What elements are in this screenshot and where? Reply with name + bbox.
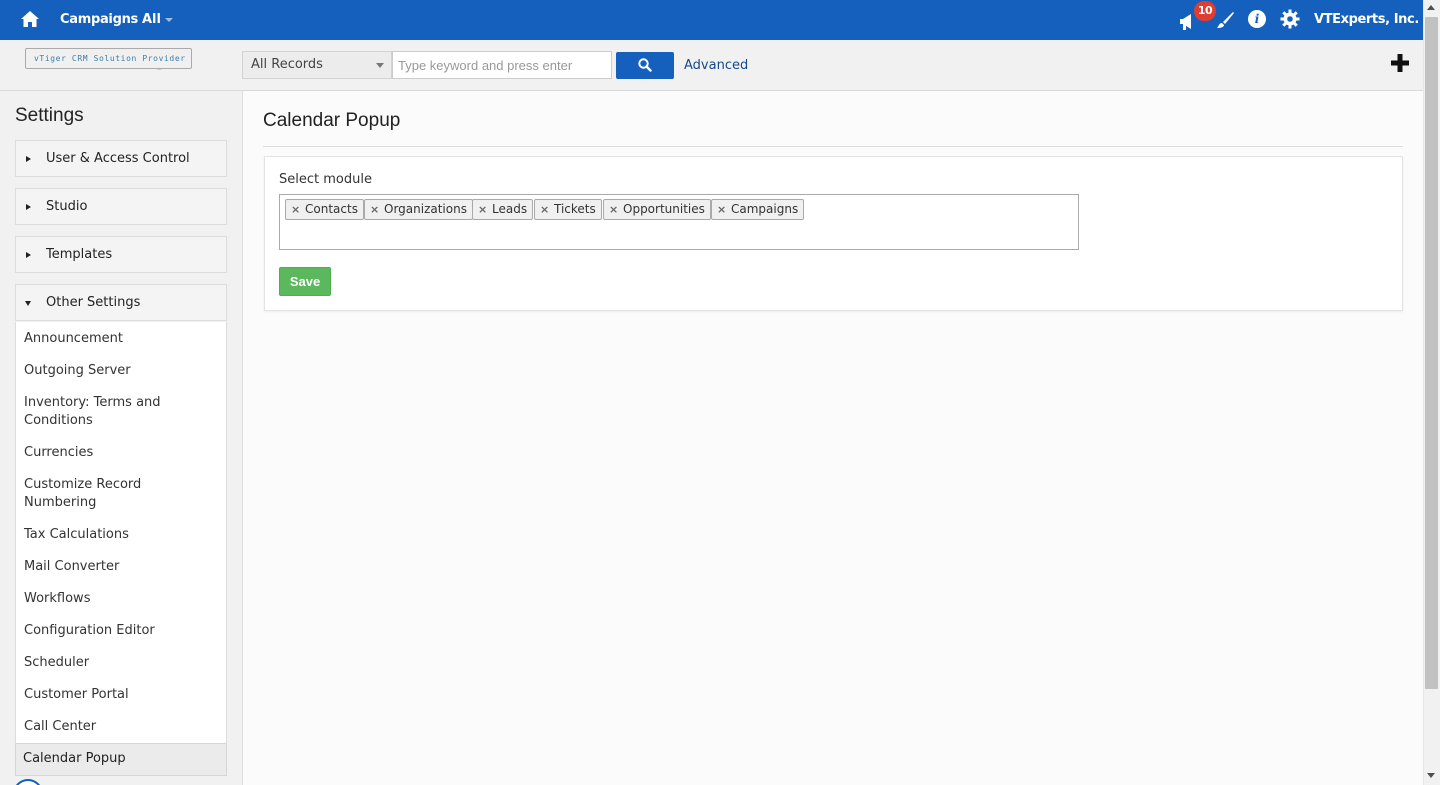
sidebar-item-outgoing-server[interactable]: Outgoing Server — [24, 362, 214, 380]
caret-right-icon — [26, 156, 31, 162]
search-button[interactable] — [616, 52, 674, 79]
advanced-search-link[interactable]: Advanced — [684, 58, 748, 73]
module-tag-organizations: × Organizations — [364, 199, 473, 220]
user-menu[interactable]: VTExperts, Inc. — [1314, 12, 1431, 27]
remove-tag-icon[interactable]: × — [478, 200, 487, 219]
module-tag-opportunities: × Opportunities — [603, 199, 711, 220]
gear-icon[interactable] — [1280, 9, 1300, 29]
module-tag-label: Contacts — [305, 202, 358, 216]
remove-tag-icon[interactable]: × — [291, 200, 300, 219]
home-icon[interactable] — [20, 9, 40, 29]
search-bar: VTEXPERTS vTiger CRM Solution Provider A… — [0, 40, 1423, 91]
sidebar-group-label: User & Access Control — [46, 151, 190, 166]
sidebar-group-other-settings[interactable]: Other Settings — [15, 284, 227, 321]
brush-icon[interactable] — [1215, 10, 1235, 30]
sidebar-item-tax-calculations[interactable]: Tax Calculations — [24, 526, 214, 544]
sidebar-group-label: Templates — [46, 247, 113, 262]
module-tag-contacts: × Contacts — [285, 199, 364, 220]
other-settings-submenu: Announcement Outgoing Server Inventory: … — [15, 322, 227, 743]
module-tag-label: Opportunities — [623, 202, 705, 216]
title-divider — [263, 146, 1403, 147]
filter-dropdown[interactable]: All — [142, 12, 173, 27]
caret-right-icon — [26, 204, 31, 210]
module-tag-label: Campaigns — [731, 202, 799, 216]
module-tag-tickets: × Tickets — [534, 199, 602, 220]
scroll-down-arrow-icon[interactable] — [1427, 773, 1435, 778]
sidebar-item-call-center[interactable]: Call Center — [24, 718, 214, 736]
sidebar-group-studio[interactable]: Studio — [15, 188, 227, 225]
sidebar-item-workflows[interactable]: Workflows — [24, 590, 214, 608]
remove-tag-icon[interactable]: × — [540, 200, 549, 219]
select-module-label: Select module — [279, 172, 372, 187]
info-icon[interactable]: i — [1248, 10, 1266, 28]
remove-tag-icon[interactable]: × — [609, 200, 618, 219]
module-tag-label: Tickets — [554, 202, 596, 216]
module-tag-campaigns: × Campaigns — [711, 199, 805, 220]
sidebar-item-currencies[interactable]: Currencies — [24, 444, 214, 462]
caret-right-icon — [26, 252, 31, 258]
plus-icon[interactable] — [1390, 53, 1410, 73]
sidebar-item-customize-record-numbering[interactable]: Customize Record Numbering — [24, 476, 144, 512]
remove-tag-icon[interactable]: × — [717, 200, 726, 219]
company-logo[interactable]: VTEXPERTS vTiger CRM Solution Provider — [25, 46, 192, 86]
chevron-down-icon — [164, 17, 173, 22]
search-icon — [638, 58, 652, 72]
current-module[interactable]: Campaigns — [60, 12, 138, 27]
sidebar-item-customer-portal[interactable]: Customer Portal — [24, 686, 214, 704]
sidebar-item-calendar-popup[interactable]: Calendar Popup — [15, 743, 227, 776]
sidebar-item-scheduler[interactable]: Scheduler — [24, 654, 214, 672]
user-name: VTExperts, Inc. — [1314, 12, 1419, 27]
module-tag-label: Organizations — [384, 202, 467, 216]
sidebar-item-mail-converter[interactable]: Mail Converter — [24, 558, 214, 576]
help-chat-bubble[interactable] — [13, 779, 43, 785]
search-input[interactable] — [392, 51, 612, 79]
chevron-down-icon — [376, 63, 384, 68]
sidebar-item-configuration-editor[interactable]: Configuration Editor — [24, 622, 214, 640]
module-tag-label: Leads — [492, 202, 528, 216]
caret-down-icon — [25, 301, 31, 306]
scrollbar-thumb[interactable] — [1425, 17, 1438, 689]
sidebar-item-announcement[interactable]: Announcement — [24, 330, 214, 348]
search-scope-value: All Records — [251, 57, 323, 72]
save-button[interactable]: Save — [279, 267, 331, 296]
remove-tag-icon[interactable]: × — [370, 200, 379, 219]
sidebar-group-user-access-control[interactable]: User & Access Control — [15, 140, 227, 177]
sidebar-group-templates[interactable]: Templates — [15, 236, 227, 273]
sidebar-group-label: Studio — [46, 199, 88, 214]
sidebar-title: Settings — [15, 105, 84, 126]
module-tag-leads: × Leads — [472, 199, 534, 220]
page-title: Calendar Popup — [263, 110, 401, 131]
top-navbar: Campaigns All 10 i VTExperts, Inc. — [0, 0, 1440, 40]
scroll-up-arrow-icon[interactable] — [1427, 5, 1435, 10]
filter-label: All — [142, 12, 161, 27]
search-scope-select[interactable]: All Records — [242, 51, 392, 79]
sidebar-group-label: Other Settings — [46, 295, 141, 310]
sidebar-item-inventory-terms[interactable]: Inventory: Terms and Conditions — [24, 394, 164, 430]
logo-tagline: vTiger CRM Solution Provider — [25, 48, 192, 69]
settings-sidebar: Settings User & Access Control Studio Te… — [0, 91, 243, 785]
notification-badge[interactable]: 10 — [1194, 1, 1216, 21]
module-multiselect[interactable]: × Contacts × Organizations × Leads × Tickets… — [279, 194, 1079, 250]
